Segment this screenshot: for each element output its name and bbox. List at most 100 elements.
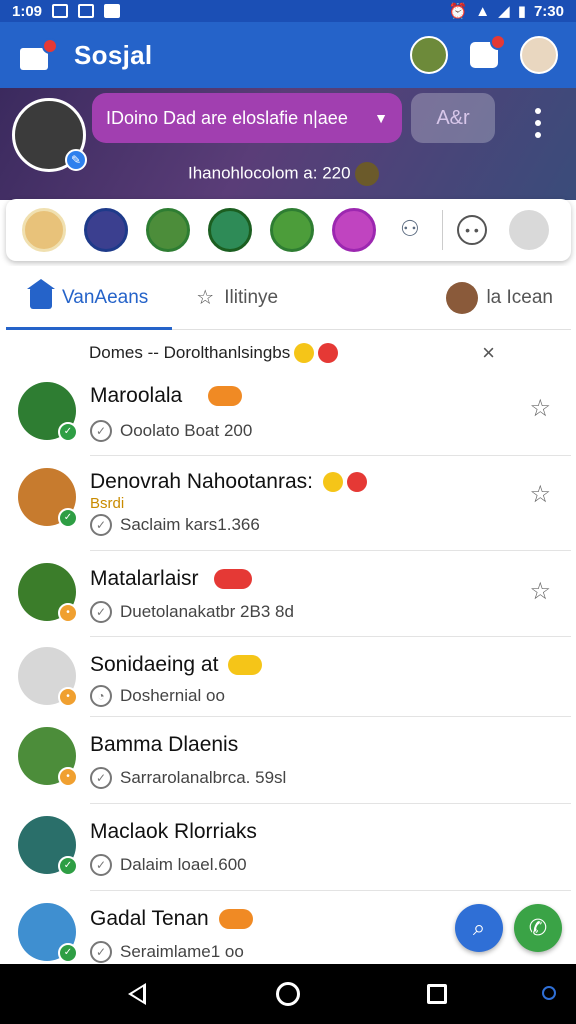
contact-subtitle: Duetolanakatbr 2B3 8d bbox=[120, 602, 294, 621]
clock-icon: ◔ bbox=[90, 685, 112, 707]
emoji-icon bbox=[322, 472, 343, 493]
online-badge: ✓ bbox=[58, 508, 78, 528]
contact-name: Bamma Dlaenis bbox=[90, 733, 239, 756]
list-item[interactable]: • Matalarlaisr ✓ Duetolanakatbr 2B3 8d ☆ bbox=[6, 551, 571, 637]
tab-favorites-label: Ilitinye bbox=[224, 286, 279, 308]
story-avatar[interactable] bbox=[270, 208, 314, 252]
favorite-star-icon[interactable]: ☆ bbox=[529, 577, 551, 606]
notification-icon bbox=[52, 4, 69, 18]
tab-bar: VanAeans ☆ Ilitinye la Icean bbox=[6, 266, 571, 331]
app-bar: Sosjal bbox=[0, 22, 576, 88]
status-time-right: 7:30 bbox=[533, 2, 564, 20]
online-badge: ✓ bbox=[58, 422, 78, 442]
messages-icon[interactable] bbox=[470, 34, 506, 68]
call-button[interactable]: ✆ bbox=[514, 904, 562, 952]
list-item[interactable]: ✓ Maroolala ✓ Ooolato Boat 200 ☆ bbox=[6, 376, 571, 456]
contact-avatar: ✓ bbox=[18, 382, 78, 442]
story-avatar[interactable] bbox=[208, 208, 252, 252]
tab-profile[interactable]: la Icean bbox=[446, 281, 571, 314]
emoji-icon bbox=[228, 655, 263, 676]
story-avatar[interactable] bbox=[146, 208, 190, 252]
contact-avatar: ✓ bbox=[18, 903, 78, 963]
close-icon[interactable]: × bbox=[482, 340, 495, 366]
check-icon: ✓ bbox=[90, 941, 112, 963]
chevron-down-icon: ▼ bbox=[374, 110, 388, 126]
contact-subtitle: Seraimlame1 oo bbox=[120, 942, 244, 961]
emoji-icon bbox=[214, 569, 253, 590]
emoji-icon bbox=[208, 386, 243, 407]
status-bar: 1:09 ⏰ ▲ ◢ ▮ 7:30 bbox=[0, 0, 576, 22]
online-badge: ✓ bbox=[58, 856, 78, 876]
star-icon: ☆ bbox=[196, 287, 215, 309]
signal-icon: ◢ bbox=[498, 3, 510, 20]
back-icon[interactable] bbox=[128, 983, 146, 1005]
tab-home-label: VanAeans bbox=[62, 286, 149, 308]
tab-home[interactable]: VanAeans bbox=[6, 266, 173, 331]
contact-name: Maroolala bbox=[90, 384, 183, 407]
away-badge: • bbox=[58, 767, 78, 787]
my-avatar[interactable]: ✎ bbox=[12, 98, 87, 172]
contact-avatar: • bbox=[18, 727, 78, 787]
recent-apps-icon[interactable] bbox=[427, 984, 447, 1004]
stories-bar: ⚇ • • bbox=[6, 199, 571, 261]
contact-subtitle: Sarrarolanalbrca. 59sl bbox=[120, 768, 287, 787]
contact-name: Maclaok Rlorriaks bbox=[90, 820, 257, 843]
game-avatar-icon[interactable] bbox=[410, 36, 448, 74]
logo-badge bbox=[42, 38, 58, 54]
new-chat-button[interactable]: ⌕ bbox=[455, 904, 503, 952]
contact-subtitle: Doshernial oo bbox=[120, 686, 225, 705]
list-item[interactable]: ✓ Maclaok Rlorriaks ✓ Dalaim loael.600 bbox=[6, 804, 571, 891]
tab-favorites[interactable]: ☆ Ilitinye bbox=[172, 266, 302, 330]
notice-text: Domes -- Dorolthanlsingbs bbox=[89, 343, 291, 362]
story-avatar-last[interactable] bbox=[509, 210, 549, 250]
list-item[interactable]: ✓ Denovrah Nahootanras: Bsrdi ✓ Saclaim k… bbox=[6, 456, 571, 551]
wifi-icon: ▲ bbox=[475, 2, 491, 20]
alarm-icon: ⏰ bbox=[448, 3, 468, 20]
add-people-icon[interactable]: ⚇ bbox=[400, 216, 432, 244]
tab-profile-label: la Icean bbox=[486, 286, 553, 308]
home-circle-icon[interactable] bbox=[276, 982, 300, 1006]
check-icon: ✓ bbox=[90, 601, 112, 623]
profile-avatar[interactable] bbox=[520, 36, 558, 74]
smiley-icon[interactable]: • • bbox=[457, 215, 487, 245]
search-icon[interactable] bbox=[542, 986, 556, 1000]
story-avatar[interactable] bbox=[332, 208, 376, 252]
banner-subtitle-text: Ihanohlocolom a: 220 bbox=[188, 163, 351, 183]
system-nav-bar bbox=[0, 964, 576, 1024]
online-badge: ✓ bbox=[58, 943, 78, 963]
banner-action-button[interactable]: A&r bbox=[411, 93, 495, 143]
banner-subtitle: Ihanohlocolom a: 220 bbox=[188, 162, 379, 186]
contact-list: Domes -- Dorolthanlsingbs × ✓ Maroolala … bbox=[6, 330, 571, 964]
check-icon: ✓ bbox=[90, 420, 112, 442]
emoji-icon bbox=[346, 472, 367, 493]
emoji-icon bbox=[354, 162, 379, 186]
status-text: IDoino Dad are eloslafie n|aee bbox=[106, 107, 348, 128]
battery-icon: ▮ bbox=[517, 3, 526, 20]
favorite-star-icon[interactable]: ☆ bbox=[529, 394, 551, 423]
notice-banner: Domes -- Dorolthanlsingbs × bbox=[6, 330, 571, 376]
contact-tag: Bsrdi bbox=[90, 495, 125, 512]
check-icon: ✓ bbox=[90, 767, 112, 789]
emoji-icon bbox=[218, 909, 253, 930]
list-item[interactable]: • Sonidaeing at ◔ Doshernial oo bbox=[6, 637, 571, 717]
away-badge: • bbox=[58, 603, 78, 623]
contact-subtitle: Dalaim loael.600 bbox=[120, 855, 247, 874]
more-options-icon[interactable] bbox=[530, 108, 546, 138]
contact-name: Denovrah Nahootanras: bbox=[90, 470, 313, 493]
profile-banner: ✎ IDoino Dad are eloslafie n|aee ▼ A&r I… bbox=[0, 88, 576, 200]
check-icon: ✓ bbox=[90, 514, 112, 536]
contact-name: Matalarlaisr bbox=[90, 567, 199, 590]
contact-avatar: ✓ bbox=[18, 816, 78, 876]
status-selector[interactable]: IDoino Dad are eloslafie n|aee ▼ bbox=[92, 93, 402, 143]
edit-avatar-icon[interactable]: ✎ bbox=[65, 149, 87, 171]
home-icon bbox=[27, 278, 55, 309]
messages-badge bbox=[490, 34, 506, 50]
favorite-star-icon[interactable]: ☆ bbox=[529, 480, 551, 509]
image-icon bbox=[78, 4, 95, 18]
story-avatar[interactable] bbox=[84, 208, 128, 252]
list-item[interactable]: • Bamma Dlaenis ✓ Sarrarolanalbrca. 59sl bbox=[6, 717, 571, 804]
story-avatar[interactable] bbox=[22, 208, 66, 252]
away-badge: • bbox=[58, 687, 78, 707]
app-logo-icon[interactable] bbox=[18, 38, 58, 70]
contact-avatar: ✓ bbox=[18, 468, 78, 528]
